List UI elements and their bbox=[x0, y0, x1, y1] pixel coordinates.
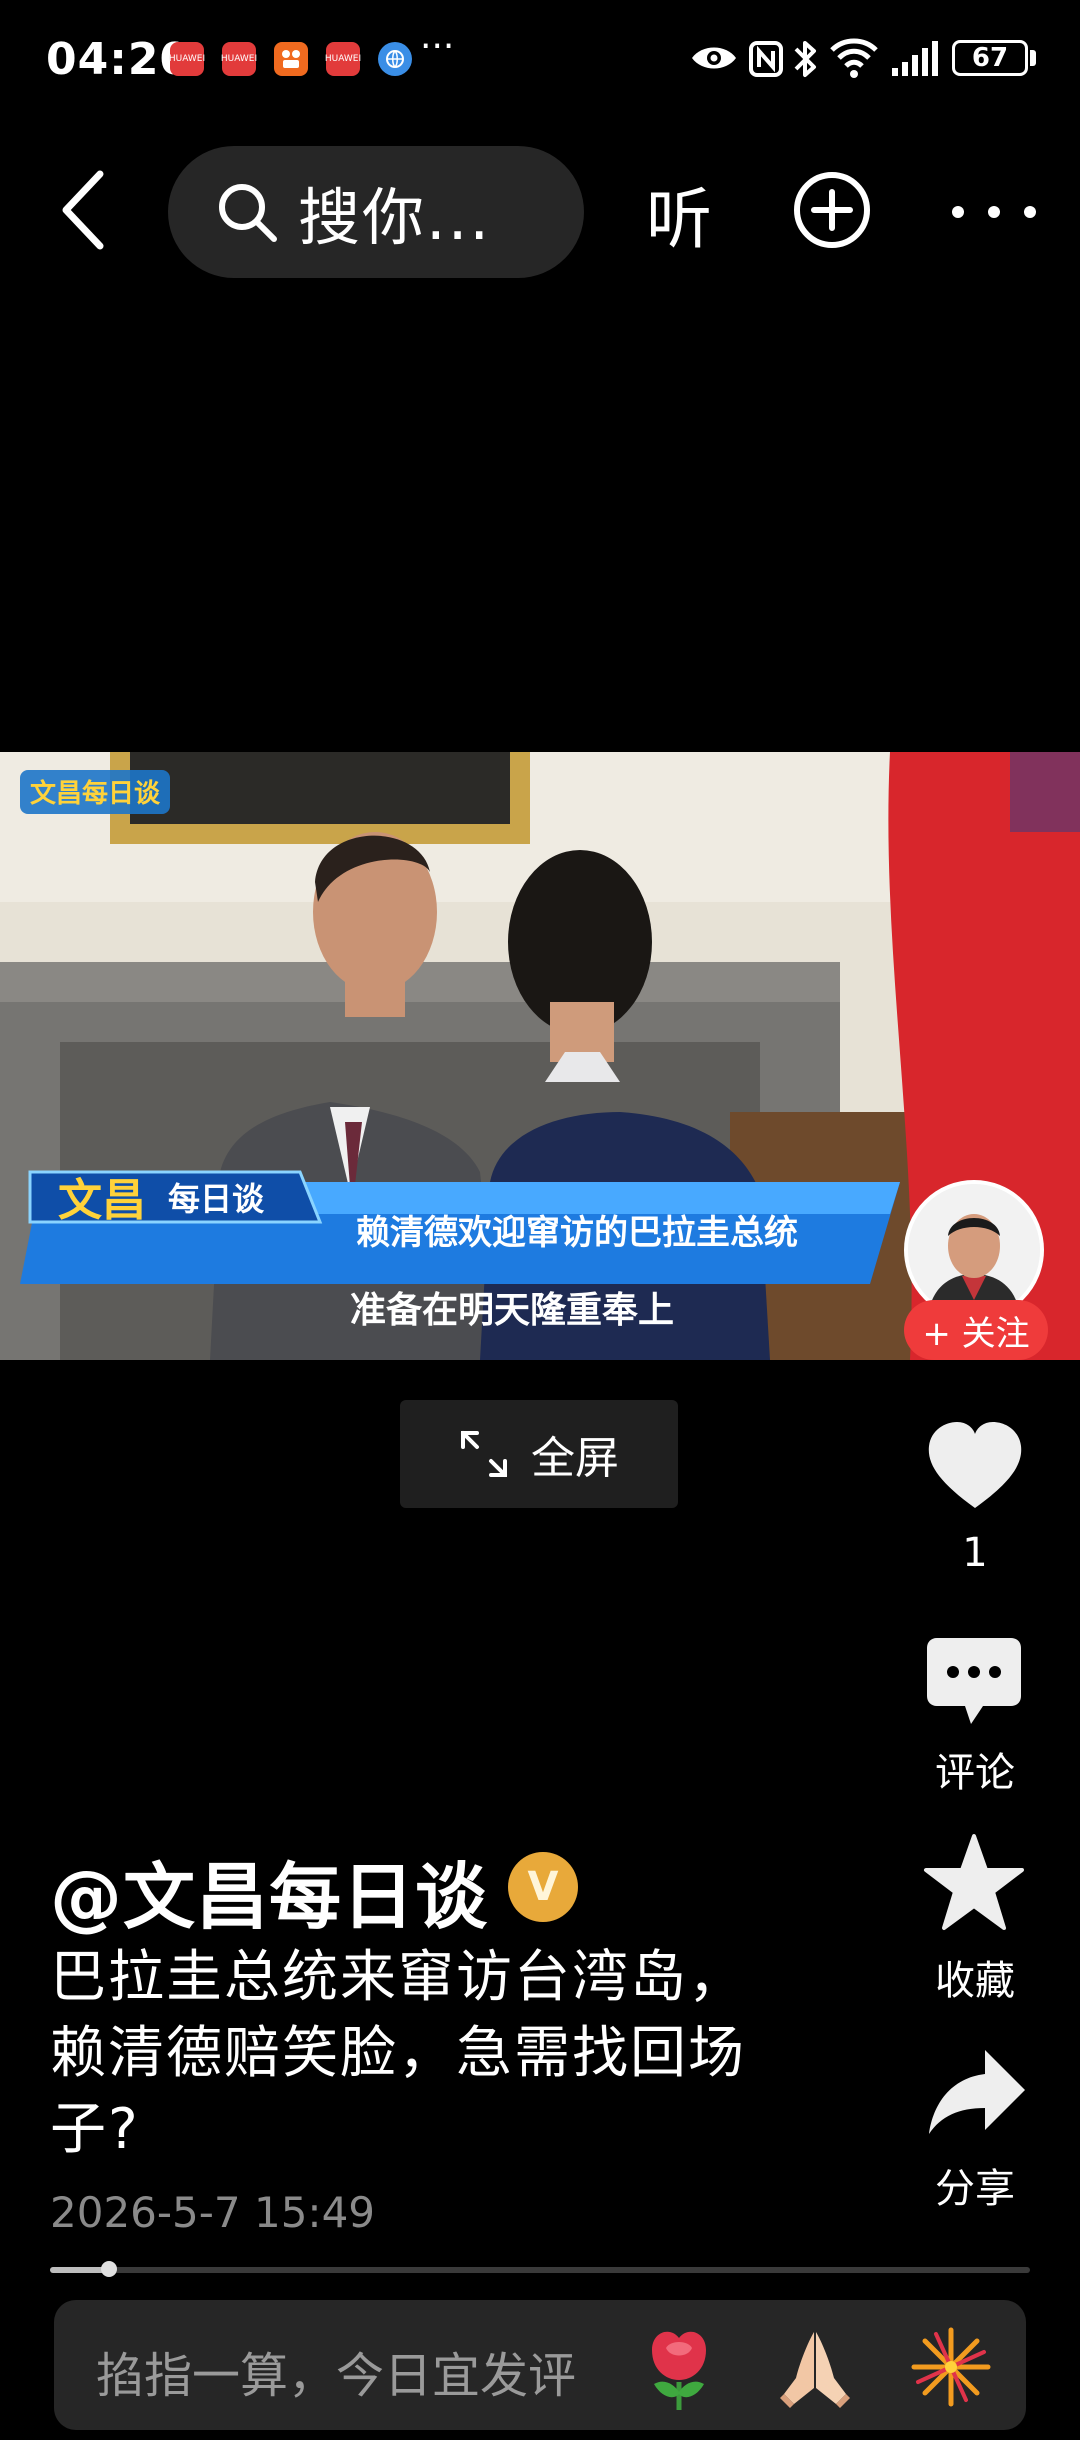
progress-track[interactable] bbox=[50, 2267, 1030, 2273]
follow-button[interactable]: + 关注 bbox=[904, 1300, 1048, 1360]
rose-emoji-button[interactable] bbox=[634, 2322, 724, 2412]
caption-line2: 准备在明天隆重奉上 bbox=[350, 1290, 674, 1331]
author-avatar[interactable] bbox=[904, 1180, 1044, 1320]
avatar-image bbox=[908, 1184, 1040, 1316]
huawei-app-icon: HUAWEI bbox=[169, 42, 205, 76]
nfc-icon bbox=[749, 41, 783, 77]
progress-handle[interactable] bbox=[101, 2261, 117, 2277]
svg-text:文昌: 文昌 bbox=[58, 1175, 146, 1226]
add-button[interactable] bbox=[792, 170, 872, 250]
post-date: 2026-5-7 15:49 bbox=[50, 2188, 376, 2237]
comment-button[interactable] bbox=[925, 1636, 1023, 1728]
like-button[interactable] bbox=[925, 1420, 1025, 1512]
expand-icon bbox=[461, 1431, 507, 1477]
back-button[interactable] bbox=[54, 168, 114, 252]
fullscreen-button[interactable]: 全屏 bbox=[400, 1400, 678, 1508]
huawei-app-icon: HUAWEI bbox=[221, 42, 257, 76]
post-description[interactable]: 巴拉圭总统来窜访台湾岛，赖清德赔笑脸，急需找回场子? bbox=[50, 1940, 790, 2168]
favorite-label: 收藏 bbox=[935, 1958, 1015, 2004]
battery-icon: 67 bbox=[952, 40, 1028, 76]
wifi-icon bbox=[830, 38, 878, 78]
verified-badge: V bbox=[508, 1852, 578, 1922]
author-name[interactable]: @文昌每日谈 bbox=[50, 1838, 488, 1943]
comment-label: 评论 bbox=[935, 1750, 1015, 1796]
comment-placeholder: 掐指一算，今日宜发评 bbox=[96, 2348, 577, 2404]
fullscreen-label: 全屏 bbox=[531, 1433, 619, 1484]
svg-text:每日谈: 每日谈 bbox=[168, 1180, 265, 1218]
share-label: 分享 bbox=[935, 2166, 1015, 2212]
listen-button[interactable]: 听 bbox=[646, 166, 712, 262]
more-options-button[interactable] bbox=[944, 200, 1044, 224]
favorite-button[interactable] bbox=[922, 1832, 1026, 1932]
signal-icon bbox=[892, 41, 938, 76]
kuaishou-app-icon bbox=[274, 42, 308, 76]
search-input[interactable]: 搜你... bbox=[168, 146, 584, 278]
video-logo-small: 文昌每日谈 bbox=[20, 770, 170, 814]
browser-app-icon bbox=[378, 42, 412, 76]
eye-icon bbox=[692, 47, 736, 69]
like-count: 1 bbox=[962, 1530, 988, 1576]
search-icon bbox=[219, 184, 277, 242]
status-more-icon: ··· bbox=[420, 26, 455, 67]
search-text: 搜你... bbox=[298, 181, 492, 254]
caption-logo: 文昌 每日谈 bbox=[28, 1170, 323, 1226]
pray-emoji-button[interactable] bbox=[770, 2322, 860, 2412]
bluetooth-icon bbox=[794, 41, 816, 77]
caption-line1: 赖清德欢迎窜访的巴拉圭总统 bbox=[356, 1213, 798, 1253]
battery-tip bbox=[1030, 50, 1036, 66]
huawei-app-icon: HUAWEI bbox=[325, 42, 361, 76]
svg-text:文昌每日谈: 文昌每日谈 bbox=[30, 778, 161, 809]
fireworks-emoji-button[interactable] bbox=[906, 2322, 996, 2412]
share-button[interactable] bbox=[925, 2046, 1027, 2138]
